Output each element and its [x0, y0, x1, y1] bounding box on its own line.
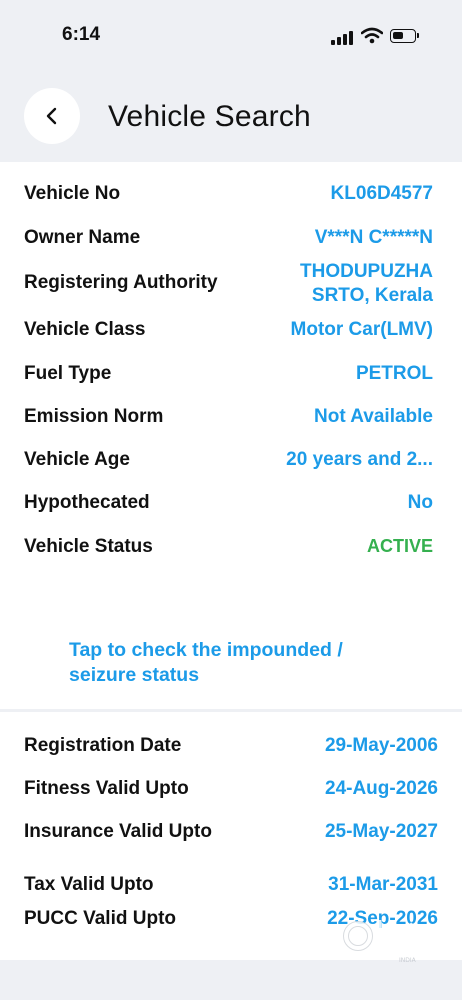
validity-value: 29-May-2006 [324, 735, 438, 756]
wifi-icon [361, 27, 383, 44]
validity-value: 24-Aug-2026 [325, 778, 438, 799]
validity-value: 31-Mar-2031 [328, 874, 438, 895]
detail-value: PETROL [355, 363, 433, 384]
back-button[interactable] [24, 88, 80, 144]
validity-label: PUCC Valid Upto [24, 908, 177, 929]
impound-status-link[interactable]: Tap to check the impounded / seizure sta… [69, 638, 409, 688]
detail-label: Emission Norm [24, 406, 164, 427]
validity-label: Fitness Valid Upto [24, 778, 189, 799]
validity-value: 25-May-2027 [324, 821, 438, 842]
validity-label: Registration Date [24, 735, 182, 756]
detail-value: V***N C*****N [314, 227, 433, 248]
battery-icon [390, 29, 419, 43]
detail-label: Registering Authority [24, 272, 218, 293]
back-chevron-icon [46, 107, 57, 125]
status-time: 6:14 [62, 24, 101, 45]
validity-label: Tax Valid Upto [24, 874, 154, 895]
status-bar: 6:14 [0, 0, 462, 72]
detail-label: Vehicle No [24, 183, 121, 204]
status-badge: ACTIVE [366, 536, 433, 556]
detail-label: Vehicle Age [24, 449, 130, 470]
detail-label: Hypothecated [24, 492, 150, 513]
page-title: Vehicle Search [108, 100, 311, 133]
header: Vehicle Search [0, 72, 462, 162]
detail-value: THODUPUZHA SRTO, Kerala [300, 261, 433, 306]
detail-value: Not Available [314, 406, 433, 427]
detail-value: Motor Car(LMV) [290, 319, 433, 340]
detail-value: No [407, 492, 433, 513]
signal-icon [331, 30, 355, 45]
detail-value: 20 years and 2... [286, 449, 433, 470]
olx-watermark-logo: INDIA [343, 920, 417, 964]
detail-label: Fuel Type [24, 363, 112, 384]
svg-text:INDIA: INDIA [399, 957, 417, 964]
detail-label: Vehicle Class [24, 319, 146, 340]
detail-label: Vehicle Status [24, 536, 153, 557]
validity-label: Insurance Valid Upto [24, 821, 212, 842]
detail-label: Owner Name [24, 227, 141, 248]
detail-value: KL06D4577 [330, 183, 433, 204]
